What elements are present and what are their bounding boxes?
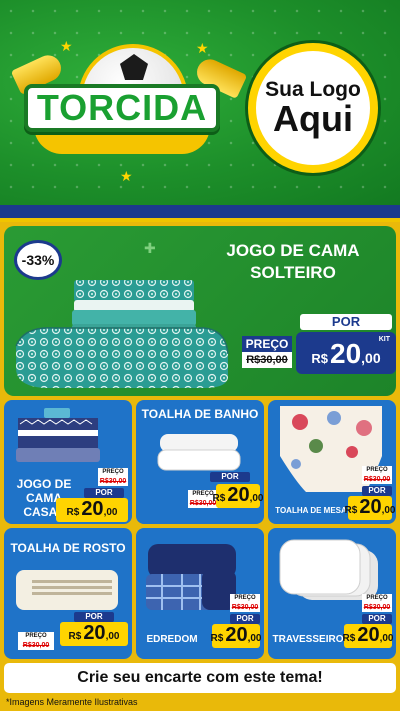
product-card[interactable]: TOALHA DE MESA PREÇO R$30,00 POR R$ 20 ,… — [268, 400, 396, 524]
new-price: R$ 20 ,00 — [344, 496, 395, 520]
discount-badge: -33% — [14, 240, 62, 280]
old-price: R$30,00 — [230, 603, 260, 612]
new-price: R$ 20 ,00 — [56, 498, 128, 522]
price-int: 20 — [357, 624, 380, 646]
price-int: 20 — [359, 496, 382, 518]
price-dec: ,00 — [247, 633, 262, 644]
product-title: TOALHA DE BANHO — [141, 407, 259, 421]
por-label: POR — [84, 488, 124, 498]
hero-por-label: POR — [300, 314, 392, 330]
preco-label: PREÇO — [18, 632, 54, 641]
product-title: TOALHA DE ROSTO — [10, 541, 126, 555]
create-flyer-banner[interactable]: Crie seu encarte com este tema! — [4, 663, 396, 693]
product-card[interactable]: TOALHA DE BANHO PREÇO R$30,00 POR R$ 20 … — [136, 400, 264, 524]
currency: R$ — [66, 507, 80, 518]
old-price: R$30,00 — [18, 641, 54, 650]
header-banner: TORCIDA ★ ★ ★ Sua Logo Aqui — [0, 0, 400, 205]
sparkle-icon: ✚ — [144, 240, 156, 256]
disclaimer: *Imagens Meramente Ilustrativas — [6, 697, 138, 707]
price-dec: ,00 — [381, 505, 396, 516]
star-icon: ★ — [60, 38, 73, 54]
price-int: 20 — [81, 498, 104, 520]
old-price: R$30,00 — [98, 477, 128, 486]
price-dec: ,00 — [105, 631, 120, 642]
por-label: POR — [74, 612, 114, 622]
currency: R$ — [212, 493, 226, 504]
new-price: R$ 20 ,00 — [342, 624, 394, 648]
product-card[interactable]: JOGO DE CAMA CASAL PREÇO R$30,00 POR R$ … — [4, 400, 132, 524]
product-price: PREÇO R$30,00 POR R$ 20 ,00 — [188, 594, 262, 654]
product-card[interactable]: TOALHA DE ROSTO PREÇO R$30,00 POR R$ 20 … — [4, 528, 132, 659]
currency: R$ — [210, 633, 224, 644]
hero-preco-label: PREÇO — [242, 336, 292, 352]
preco-label: PREÇO — [362, 594, 392, 603]
logo-line2: Aqui — [273, 97, 353, 139]
featured-product[interactable]: -33% ✚ JOGO DE CAMA SOLTEIRO PREÇO R$30,… — [4, 226, 396, 396]
hero-price-int: 20 — [330, 338, 362, 369]
logo-line1: Sua Logo — [265, 77, 361, 101]
new-price: R$ 20 ,00 — [60, 622, 128, 646]
price-int: 20 — [83, 622, 106, 644]
product-card[interactable]: TRAVESSEIRO PREÇO R$30,00 POR R$ 20 ,00 — [268, 528, 396, 659]
por-label: POR — [362, 486, 392, 496]
brand-title: TORCIDA — [24, 84, 220, 132]
price-int: 20 — [225, 624, 248, 646]
currency: R$ — [344, 505, 358, 516]
product-price: PREÇO R$30,00 POR R$ 20 ,00 — [18, 606, 128, 659]
old-price: R$30,00 — [362, 475, 392, 484]
star-icon: ★ — [196, 40, 209, 56]
price-int: 20 — [227, 484, 250, 506]
price-dec: ,00 — [249, 493, 264, 504]
divider-stripe — [0, 205, 400, 218]
price-dec: ,00 — [379, 633, 394, 644]
hero-price: R$ 20 ,00 KIT — [296, 332, 396, 374]
price-dec: ,00 — [103, 507, 118, 518]
hero-unit: KIT — [378, 336, 390, 343]
logo-placeholder: Sua Logo Aqui — [248, 43, 378, 173]
currency: R$ — [342, 633, 356, 644]
preco-label: PREÇO — [98, 468, 128, 477]
currency: R$ — [68, 631, 82, 642]
new-price: R$ 20 ,00 — [210, 624, 262, 648]
product-price: PREÇO R$30,00 POR R$ 20 ,00 — [56, 468, 128, 524]
flyer-body: -33% ✚ JOGO DE CAMA SOLTEIRO PREÇO R$30,… — [0, 222, 400, 711]
hero-currency: R$ — [311, 351, 328, 366]
hero-price-dec: ,00 — [361, 350, 381, 366]
preco-label: PREÇO — [230, 594, 260, 603]
bed-set-image — [16, 408, 100, 462]
product-price: PREÇO R$30,00 POR R$ 20 ,00 — [320, 594, 394, 654]
old-price: R$30,00 — [362, 603, 392, 612]
bed-linen-image — [15, 280, 229, 388]
new-price: R$ 20 ,00 — [212, 484, 263, 508]
product-card[interactable]: EDREDOM PREÇO R$30,00 POR R$ 20 ,00 — [136, 528, 264, 659]
preco-label: PREÇO — [362, 466, 392, 475]
star-icon: ★ — [120, 168, 133, 184]
por-label: POR — [210, 472, 250, 482]
por-label: POR — [230, 614, 260, 624]
product-price: PREÇO R$30,00 POR R$ 20 ,00 — [188, 464, 263, 520]
product-price: PREÇO R$30,00 POR R$ 20 ,00 — [320, 466, 395, 522]
por-label: POR — [362, 614, 392, 624]
hero-old-price: R$30,00 — [242, 352, 292, 368]
